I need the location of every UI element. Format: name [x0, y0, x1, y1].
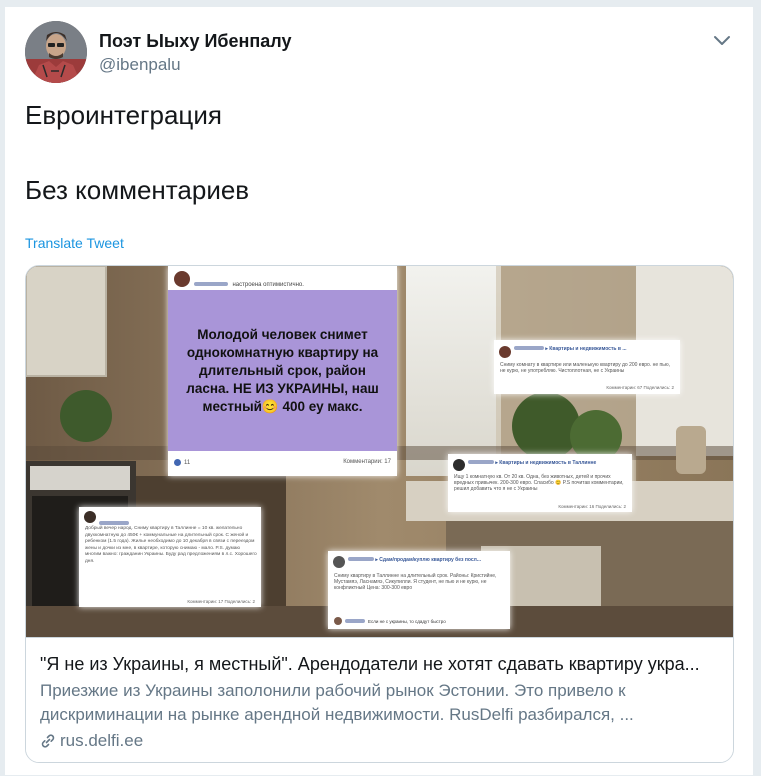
card-description: Приезжие из Украины заполонили рабочий р…	[40, 681, 634, 724]
post-text: Сниму квартиру в Таллинне на длительный …	[334, 573, 497, 591]
tweet-text-line-1: Евроинтеграция	[25, 100, 222, 130]
post-group: ▸ Квартиры и недвижимость в Таллинне	[468, 460, 596, 466]
post-avatar	[174, 271, 190, 287]
post-avatar	[333, 556, 345, 568]
post-main-text: Молодой человек снимет однокомнатную ква…	[186, 326, 379, 414]
post-footer: Комментарии: 67 Поделились: 2	[606, 385, 674, 390]
avatar-image	[25, 21, 87, 83]
avatar[interactable]	[25, 21, 87, 83]
link-icon	[41, 734, 55, 748]
card-image: настроена оптимистично. Молодой человек …	[26, 266, 733, 637]
post-avatar	[453, 459, 465, 471]
post-text: Ищу 1 комнатную кв. От 20 кв. Одна, без …	[454, 474, 624, 492]
card-body: "Я не из Украины, я местный". Арендодате…	[26, 637, 733, 762]
post-avatar	[84, 511, 96, 523]
post-group: ▸ Сдам/продам/куплю квартиру без посл...	[348, 557, 481, 563]
tweet-card: Поэт Ыыху Ибенпалу @ibenpalu Евроинтегра…	[4, 6, 754, 776]
author-handle[interactable]: @ibenpalu	[99, 55, 181, 75]
post-text: Сниму комнату в квартире или маленькую к…	[500, 362, 670, 374]
post-purple-background: Молодой человек снимет однокомнатную ква…	[168, 290, 397, 451]
blurred-name	[468, 460, 494, 464]
blurred-name	[99, 521, 129, 525]
likes-count: 11	[184, 459, 191, 466]
facebook-post-left: Добрый вечер народ. Сниму квартиру в Тал…	[79, 507, 261, 607]
post-comment: Если не с украины, то сдадут быстро	[334, 617, 446, 625]
card-domain[interactable]: rus.delfi.ee	[40, 731, 721, 751]
comment-avatar	[334, 617, 342, 625]
facebook-post-top-right: ▸ Квартиры и недвижимость в ... Сниму ко…	[494, 340, 680, 394]
post-text: Добрый вечер народ. Сниму квартиру в Тал…	[85, 526, 257, 564]
post-footer: Комментарии: 17 Поделились: 2	[187, 599, 255, 604]
post-avatar	[499, 346, 511, 358]
card-domain-text: rus.delfi.ee	[60, 731, 144, 750]
post-status: настроена оптимистично.	[232, 282, 304, 288]
facebook-post-middle-right: ▸ Квартиры и недвижимость в Таллинне Ищу…	[448, 454, 632, 512]
post-reactions: 11	[174, 459, 190, 466]
author-name[interactable]: Поэт Ыыху Ибенпалу	[99, 31, 291, 52]
facebook-post-main: настроена оптимистично. Молодой человек …	[168, 266, 397, 476]
post-group: ▸ Квартиры и недвижимость в ...	[514, 346, 627, 352]
blurred-name	[514, 346, 544, 350]
card-title[interactable]: "Я не из Украины, я местный". Арендодате…	[40, 654, 721, 675]
facebook-post-bottom: ▸ Сдам/продам/куплю квартиру без посл...…	[328, 551, 510, 629]
translate-tweet-link[interactable]: Translate Tweet	[25, 235, 124, 251]
post-footer: Комментарии: 16 Поделились: 2	[558, 504, 626, 509]
blurred-name	[194, 282, 228, 286]
chevron-down-icon[interactable]	[711, 29, 733, 51]
tweet-text-line-2: Без комментариев	[25, 175, 250, 205]
like-icon	[174, 459, 181, 466]
post-comments-count: Комментарии: 17	[343, 459, 391, 465]
blurred-name	[348, 557, 374, 561]
link-preview-card[interactable]: настроена оптимистично. Молодой человек …	[25, 265, 734, 763]
blurred-name	[345, 619, 365, 623]
